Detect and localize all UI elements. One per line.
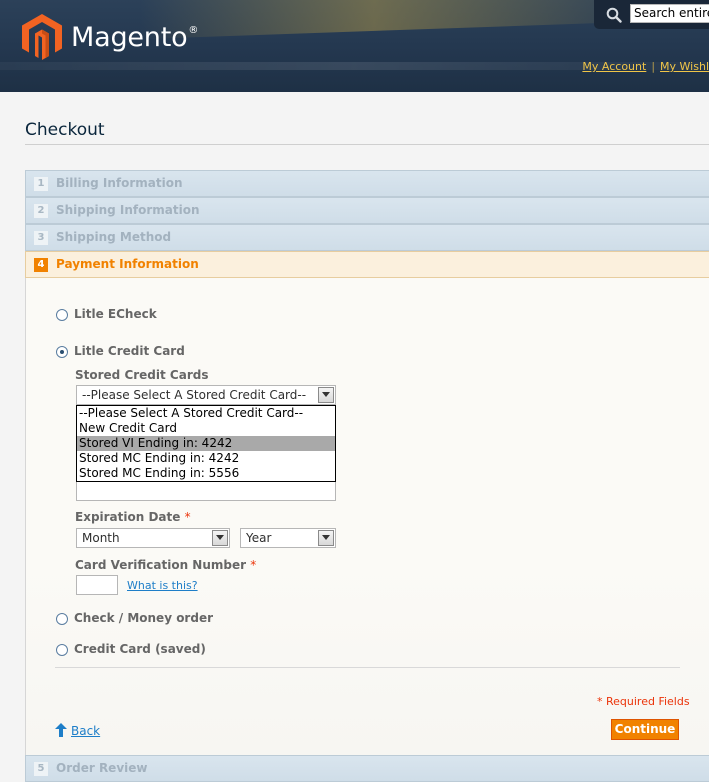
magento-logo-icon xyxy=(22,14,62,60)
stored-cards-select[interactable]: --Please Select A Stored Credit Card-- xyxy=(76,385,336,405)
expiration-date-label: Expiration Date * xyxy=(75,510,191,524)
header-links: My Account | My Wishl xyxy=(582,60,709,73)
chevron-down-icon[interactable] xyxy=(318,387,334,403)
arrow-up-icon xyxy=(55,723,67,737)
credit-card-saved-radio[interactable] xyxy=(56,644,68,656)
search-input[interactable]: Search entire xyxy=(630,4,709,23)
year-value: Year xyxy=(246,531,272,545)
step-number: 1 xyxy=(34,177,48,191)
form-divider xyxy=(55,667,680,668)
my-account-link[interactable]: My Account xyxy=(582,60,646,73)
step-order-review[interactable]: 5 Order Review xyxy=(25,755,709,782)
dropdown-option[interactable]: Stored MC Ending in: 4242 xyxy=(77,451,335,466)
litle-echeck-label[interactable]: Litle ECheck xyxy=(74,307,157,321)
dropdown-option[interactable]: New Credit Card xyxy=(77,421,335,436)
expiration-year-select[interactable]: Year xyxy=(240,528,336,548)
link-separator: | xyxy=(651,60,656,73)
dropdown-option-highlighted[interactable]: Stored VI Ending in: 4242 xyxy=(77,436,335,451)
check-money-order-radio[interactable] xyxy=(56,613,68,625)
litle-credit-card-label[interactable]: Litle Credit Card xyxy=(74,344,185,358)
step-label: Order Review xyxy=(56,761,148,775)
logo[interactable]: Magento® xyxy=(22,14,198,60)
my-wishlist-link[interactable]: My Wishl xyxy=(660,60,709,73)
dropdown-option[interactable]: --Please Select A Stored Credit Card-- xyxy=(77,406,335,421)
step-shipping-method[interactable]: 3 Shipping Method xyxy=(25,224,709,251)
step-label: Billing Information xyxy=(56,176,183,190)
litle-credit-card-radio[interactable] xyxy=(56,346,68,358)
step-billing-information[interactable]: 1 Billing Information xyxy=(25,170,709,197)
logo-text: Magento® xyxy=(71,21,199,53)
step-number: 4 xyxy=(34,258,48,272)
card-number-input[interactable] xyxy=(76,482,336,501)
page-title: Checkout xyxy=(25,120,105,140)
site-header: Magento® Search entire My Account | My Wis… xyxy=(0,0,709,92)
step-label: Shipping Method xyxy=(56,230,172,244)
step-number: 2 xyxy=(34,204,48,218)
step-label: Payment Information xyxy=(56,257,199,271)
dropdown-option[interactable]: Stored MC Ending in: 5556 xyxy=(77,466,335,481)
step-payment-information[interactable]: 4 Payment Information xyxy=(25,251,709,278)
search-box: Search entire xyxy=(594,0,709,29)
stored-cards-selected-value: --Please Select A Stored Credit Card-- xyxy=(82,388,307,402)
stored-cards-label: Stored Credit Cards xyxy=(75,368,209,382)
step-number: 5 xyxy=(34,762,48,776)
header-decoration xyxy=(140,0,660,40)
credit-card-saved-label[interactable]: Credit Card (saved) xyxy=(74,642,206,656)
required-fields-note: * Required Fields xyxy=(597,695,690,708)
search-icon[interactable] xyxy=(606,7,622,23)
step-label: Shipping Information xyxy=(56,203,200,217)
continue-button[interactable]: Continue xyxy=(611,719,679,740)
cvv-help-link[interactable]: What is this? xyxy=(127,579,198,592)
month-value: Month xyxy=(82,531,120,545)
litle-echeck-radio[interactable] xyxy=(56,309,68,321)
cvv-input[interactable] xyxy=(76,575,118,595)
stored-cards-dropdown-list: --Please Select A Stored Credit Card-- N… xyxy=(76,405,336,482)
cvv-label: Card Verification Number * xyxy=(75,558,257,572)
title-divider xyxy=(25,144,709,145)
check-money-order-label[interactable]: Check / Money order xyxy=(74,611,213,625)
chevron-down-icon[interactable] xyxy=(212,530,228,546)
back-link[interactable]: Back xyxy=(55,721,100,738)
step-number: 3 xyxy=(34,231,48,245)
chevron-down-icon[interactable] xyxy=(318,530,334,546)
expiration-month-select[interactable]: Month xyxy=(76,528,230,548)
step-shipping-information[interactable]: 2 Shipping Information xyxy=(25,197,709,224)
